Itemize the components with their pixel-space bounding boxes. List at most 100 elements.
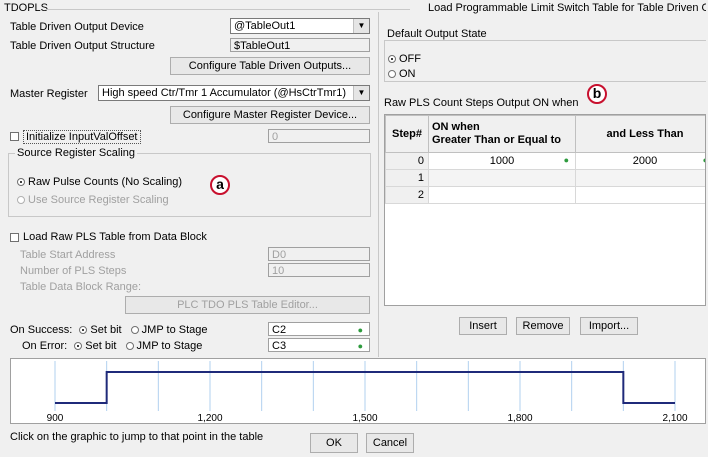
on-error-jmp-label: JMP to Stage xyxy=(136,340,203,352)
default-output-group: Default Output State xyxy=(384,28,706,82)
on-error-jmp-radio[interactable] xyxy=(125,342,134,350)
window-subtitle: Load Programmable Limit Switch Table for… xyxy=(428,2,706,14)
valid-indicator-icon: ● xyxy=(563,155,569,165)
pls-graph-svg[interactable]: 900 1,200 1,500 1,800 2,100 xyxy=(11,359,705,423)
insert-button[interactable]: Insert xyxy=(459,317,507,335)
step-cell: 1 xyxy=(385,169,429,187)
init-offset-checkbox[interactable] xyxy=(10,132,19,141)
on-error-setbit-label: Set bit xyxy=(85,340,117,352)
title-separator xyxy=(46,9,410,10)
source-scaling-title: Source Register Scaling xyxy=(15,147,138,159)
ge-cell[interactable] xyxy=(428,169,576,187)
on-error-field[interactable]: C3 ● xyxy=(268,338,370,352)
table-start-label: Table Start Address xyxy=(20,249,116,261)
cancel-button[interactable]: Cancel xyxy=(366,433,414,453)
configure-master-button[interactable]: Configure Master Register Device... xyxy=(170,106,370,124)
window-title: TDOPLS xyxy=(4,2,49,14)
pls-graph[interactable]: 900 1,200 1,500 1,800 2,100 xyxy=(10,358,706,424)
import-button[interactable]: Import... xyxy=(580,317,638,335)
tick-label: 1,800 xyxy=(507,413,532,423)
default-off-label: OFF xyxy=(399,53,421,65)
lt-cell[interactable] xyxy=(575,169,705,187)
device-value: @TableOut1 xyxy=(234,20,296,32)
valid-indicator-icon: ● xyxy=(357,325,363,335)
on-success-jmp-radio[interactable] xyxy=(130,326,139,334)
ok-button[interactable]: OK xyxy=(310,433,358,453)
tick-label: 1,200 xyxy=(197,413,222,423)
default-off-radio[interactable] xyxy=(388,55,396,63)
use-scaling-radio[interactable] xyxy=(17,196,25,204)
annotation-b: b xyxy=(587,84,607,104)
table-row[interactable]: 01000●2000● xyxy=(385,152,705,170)
remove-button[interactable]: Remove xyxy=(516,317,570,335)
table-start-field: D0 xyxy=(268,247,370,261)
on-success-setbit-radio[interactable] xyxy=(79,326,88,334)
master-register-value: High speed Ctr/Tmr 1 Accumulator (@HsCtr… xyxy=(102,87,347,99)
lt-cell[interactable] xyxy=(575,186,705,204)
tick-label: 900 xyxy=(47,413,64,423)
pls-header-when: when xyxy=(552,97,579,109)
col-on-header: ON when Greater Than or Equal to xyxy=(428,115,576,153)
configure-tdo-button[interactable]: Configure Table Driven Outputs... xyxy=(170,57,370,75)
table-row[interactable]: 2 xyxy=(385,186,705,204)
device-select[interactable]: @TableOut1 ▼ xyxy=(230,18,370,34)
block-range-label: Table Data Block Range: xyxy=(20,281,142,293)
valid-indicator-icon: ● xyxy=(703,155,705,165)
load-block-checkbox[interactable] xyxy=(10,233,19,242)
init-offset-field: 0 xyxy=(268,129,370,143)
step-cell: 0 xyxy=(385,152,429,170)
valid-indicator-icon: ● xyxy=(357,341,363,351)
default-off-option[interactable]: OFF xyxy=(388,53,421,65)
col-less-header: and Less Than xyxy=(575,115,705,153)
raw-pulse-label: Raw Pulse Counts (No Scaling) xyxy=(28,176,183,188)
default-on-radio[interactable] xyxy=(388,70,396,78)
on-success-field[interactable]: C2 ● xyxy=(268,322,370,336)
default-output-title: Default Output State xyxy=(385,28,489,40)
col-on-header-text: ON when Greater Than or Equal to xyxy=(432,121,561,146)
pls-steps-label: Number of PLS Steps xyxy=(20,265,127,277)
ge-cell[interactable] xyxy=(428,186,576,204)
raw-pulse-option[interactable]: Raw Pulse Counts (No Scaling) xyxy=(17,176,182,188)
master-register-label: Master Register xyxy=(10,88,88,100)
tick-label: 1,500 xyxy=(352,413,377,423)
graph-hint: Click on the graphic to jump to that poi… xyxy=(10,431,264,443)
on-success-label: On Success: xyxy=(10,324,73,336)
table-header-row: Step# ON when Greater Than or Equal to a… xyxy=(385,115,705,153)
table-row[interactable]: 1 xyxy=(385,169,705,187)
on-success-jmp-label: JMP to Stage xyxy=(141,324,208,336)
on-error-setbit-radio[interactable] xyxy=(74,342,83,350)
col-step-header: Step# xyxy=(385,115,429,153)
step-cell: 2 xyxy=(385,186,429,204)
ge-cell[interactable]: 1000 ● xyxy=(428,152,576,170)
pls-table-editor-button[interactable]: PLC TDO PLS Table Editor... xyxy=(125,296,370,314)
structure-label: Table Driven Output Structure xyxy=(10,40,155,52)
default-on-label: ON xyxy=(399,68,416,80)
pls-header-text: Raw PLS Count Steps Output xyxy=(384,97,530,109)
pls-steps-field: 10 xyxy=(268,263,370,277)
on-success-row: On Success: Set bit JMP to Stage xyxy=(10,324,208,336)
use-scaling-label: Use Source Register Scaling xyxy=(28,194,169,206)
tick-label: 2,100 xyxy=(662,413,687,423)
use-scaling-option[interactable]: Use Source Register Scaling xyxy=(17,194,169,206)
chevron-down-icon[interactable]: ▼ xyxy=(353,86,369,100)
pls-table: Step# ON when Greater Than or Equal to a… xyxy=(385,115,705,204)
device-label: Table Driven Output Device xyxy=(10,21,144,33)
init-offset-label: Initialize InputValOffset xyxy=(23,130,141,144)
on-error-row: On Error: Set bit JMP to Stage xyxy=(22,340,202,352)
on-error-value: C3 xyxy=(272,340,287,352)
raw-pulse-radio[interactable] xyxy=(17,178,25,186)
pane-divider xyxy=(378,12,379,357)
load-block-label: Load Raw PLS Table from Data Block xyxy=(23,231,207,243)
pls-header-on: ON xyxy=(532,97,550,109)
structure-field: $TableOut1 xyxy=(230,38,370,52)
pls-header: Raw PLS Count Steps Output ON when xyxy=(384,97,578,109)
chevron-down-icon[interactable]: ▼ xyxy=(353,19,369,33)
on-error-label: On Error: xyxy=(22,340,68,352)
master-register-select[interactable]: High speed Ctr/Tmr 1 Accumulator (@HsCtr… xyxy=(98,85,370,101)
pls-table-panel: Step# ON when Greater Than or Equal to a… xyxy=(384,114,706,306)
on-success-setbit-label: Set bit xyxy=(90,324,122,336)
lt-cell[interactable]: 2000● xyxy=(575,152,705,170)
default-on-option[interactable]: ON xyxy=(388,68,416,80)
on-success-value: C2 xyxy=(272,324,287,336)
annotation-a: a xyxy=(210,175,230,195)
